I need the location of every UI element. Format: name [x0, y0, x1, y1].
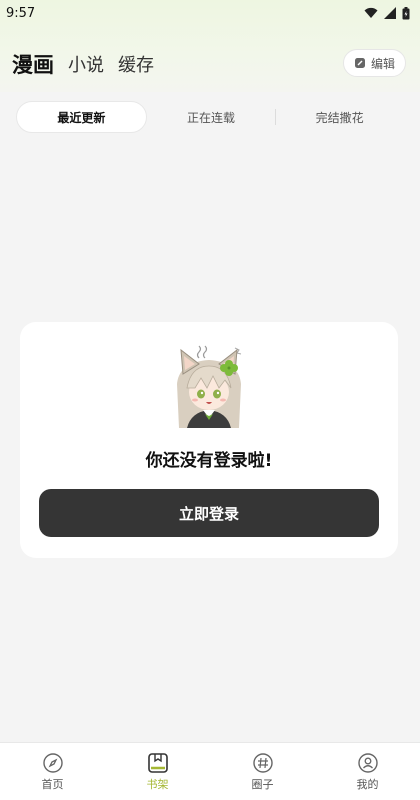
hashtag-icon	[252, 752, 273, 773]
compass-icon	[42, 752, 63, 773]
nav-home-label: 首页	[41, 777, 64, 791]
status-time: 9:57	[6, 5, 36, 21]
signal-icon	[384, 7, 396, 19]
nav-profile-label: 我的	[356, 777, 379, 791]
subtab-completed[interactable]: 完结撒花	[275, 101, 404, 133]
wifi-icon	[364, 7, 378, 18]
login-button[interactable]: 立即登录	[39, 489, 379, 537]
battery-icon	[402, 6, 410, 19]
bottom-nav: 首页 书架 圈子 我的	[0, 742, 420, 800]
header: 漫画 小说 缓存 编辑	[0, 46, 420, 82]
nav-profile[interactable]: 我的	[315, 752, 420, 792]
not-logged-in-message: 你还没有登录啦!	[145, 451, 273, 471]
tab-manga[interactable]: 漫画	[12, 49, 54, 79]
catgirl-mascot-illustration	[177, 345, 242, 428]
nav-bookshelf-label: 书架	[146, 777, 169, 791]
login-prompt-card: 你还没有登录啦! 立即登录	[20, 322, 398, 558]
subtab-serializing[interactable]: 正在连载	[147, 101, 276, 133]
top-area: 9:57 漫画 小说 缓存 编辑	[0, 0, 420, 92]
nav-home[interactable]: 首页	[0, 752, 105, 792]
edit-icon	[354, 58, 365, 68]
edit-button[interactable]: 编辑	[342, 49, 406, 77]
subtab-recent-updates[interactable]: 最近更新	[16, 101, 147, 133]
subtab-bar: 最近更新 正在连载 完结撒花	[16, 101, 404, 133]
nav-community-label: 圈子	[251, 777, 274, 791]
edit-label: 编辑	[370, 56, 395, 71]
nav-bookshelf[interactable]: 书架	[105, 752, 210, 792]
profile-icon	[357, 752, 378, 773]
tab-novel[interactable]: 小说	[68, 51, 104, 77]
nav-community[interactable]: 圈子	[210, 752, 315, 792]
status-bar: 9:57	[0, 0, 420, 26]
tab-cache[interactable]: 缓存	[118, 51, 154, 77]
bookshelf-icon	[147, 752, 168, 773]
status-icons	[364, 6, 410, 20]
